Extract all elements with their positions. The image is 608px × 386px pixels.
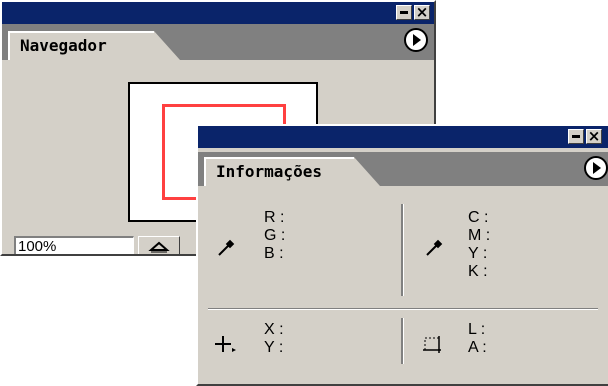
tab-informacoes-label: Informações <box>216 162 322 181</box>
info-vertical-divider-bottom <box>401 318 404 364</box>
tab-navegador-label: Navegador <box>20 36 107 55</box>
navigator-tab-strip: Navegador <box>2 24 434 60</box>
navigator-title-bar[interactable]: × <box>2 2 434 24</box>
tab-informacoes[interactable]: Informações <box>204 157 380 186</box>
rgb-label-r: R : <box>264 209 285 226</box>
play-right-icon <box>413 34 421 46</box>
info-vertical-divider-top <box>401 204 404 296</box>
rgb-label-b: B : <box>264 245 284 262</box>
navigator-palette-menu-button[interactable] <box>404 28 428 52</box>
info-title-bar[interactable]: × <box>198 126 608 148</box>
tab-navegador[interactable]: Navegador <box>8 31 180 60</box>
info-horizontal-divider <box>208 308 598 310</box>
navigator-close-button[interactable]: × <box>414 3 430 21</box>
selection-size-icon <box>423 336 441 353</box>
la-label-a: A : <box>468 339 487 356</box>
play-right-icon <box>593 162 601 174</box>
navigator-zoom-out-button[interactable] <box>138 236 180 254</box>
info-minimize-button[interactable] <box>568 129 584 144</box>
zoom-value: 100% <box>18 238 57 255</box>
navigator-zoom-field[interactable]: 100% <box>14 236 134 255</box>
navigator-minimize-button[interactable] <box>396 5 412 20</box>
info-palette-menu-button[interactable] <box>584 156 608 180</box>
info-tab-strip: Informações <box>198 152 608 186</box>
xy-label-y: Y : <box>264 339 284 356</box>
cmyk-label-y: Y : <box>468 245 488 262</box>
rgb-label-g: G : <box>264 227 286 244</box>
cmyk-label-c: C : <box>468 209 489 226</box>
cmyk-label-k: K : <box>468 263 488 280</box>
xy-label-x: X : <box>264 321 284 338</box>
cmyk-label-m: M : <box>468 227 491 244</box>
eyedropper-icon <box>426 239 443 256</box>
la-label-l: L : <box>468 321 486 338</box>
crosshair-icon <box>215 336 236 352</box>
eyedropper-icon <box>218 239 235 256</box>
info-close-button[interactable]: × <box>586 127 602 145</box>
info-palette: × Informações R : G : B : C : M : Y : K … <box>196 124 608 386</box>
mountain-small-icon <box>148 241 170 253</box>
